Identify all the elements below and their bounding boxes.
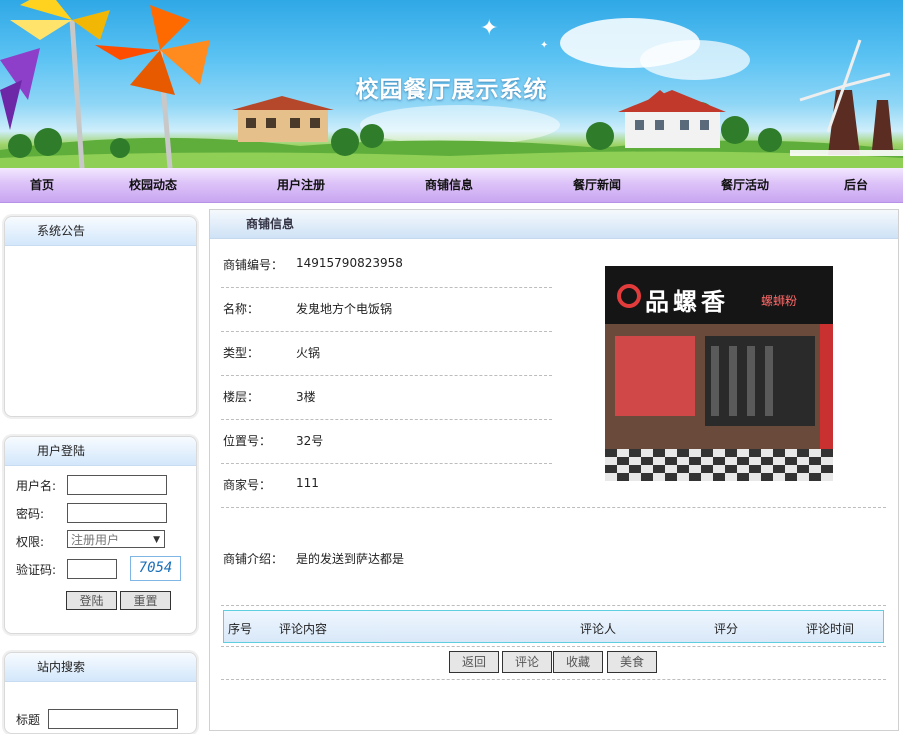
divider <box>221 507 886 508</box>
header-banner: ✦ ✦ 校园餐厅展示系统 <box>0 0 903 168</box>
intro-value: 是的发送到萨达都是 <box>296 552 405 566</box>
nav-home[interactable]: 首页 <box>30 168 54 202</box>
field-label: 名称： <box>223 302 260 316</box>
main-nav: 首页 校园动态 用户注册 商铺信息 餐厅新闻 餐厅活动 后台 <box>0 168 903 203</box>
col-time: 评论时间 <box>806 622 855 636</box>
role-select[interactable]: 注册用户 ▼ <box>67 530 165 548</box>
nav-campus-news[interactable]: 校园动态 <box>129 168 177 202</box>
search-title-label: 标题 <box>16 713 41 727</box>
field-shop-id: 商铺编号： 14915790823958 <box>221 243 552 288</box>
field-value: 发鬼地方个电饭锅 <box>296 302 393 316</box>
notice-panel: 系统公告 <box>4 216 197 417</box>
dropdown-arrow-icon: ▼ <box>153 535 160 545</box>
site-title: 校园餐厅展示系统 <box>355 76 548 103</box>
intro-label: 商铺介绍： <box>223 552 284 566</box>
nav-shop-info[interactable]: 商铺信息 <box>425 168 473 202</box>
username-label: 用户名: <box>16 479 57 493</box>
login-panel: 用户登陆 用户名: 密码: 权限: 注册用户 ▼ 验证码: 7054 登陆 重置 <box>4 436 197 634</box>
captcha-input[interactable] <box>67 559 117 579</box>
field-value: 3楼 <box>296 390 316 404</box>
field-value: 32号 <box>296 434 324 448</box>
nav-restaurant-news[interactable]: 餐厅新闻 <box>573 168 621 202</box>
nav-restaurant-events[interactable]: 餐厅活动 <box>721 168 769 202</box>
field-floor: 楼层： 3楼 <box>221 375 552 420</box>
field-label: 类型： <box>223 346 260 360</box>
password-input[interactable] <box>67 503 167 523</box>
shop-sign-text: 品螺香 <box>645 287 729 316</box>
field-value: 火锅 <box>296 346 321 360</box>
login-title: 用户登陆 <box>5 437 196 466</box>
col-index: 序号 <box>228 622 253 636</box>
field-value: 14915790823958 <box>296 256 403 270</box>
search-title: 站内搜索 <box>5 653 196 682</box>
comment-button[interactable]: 评论 <box>502 651 552 673</box>
field-label: 商铺编号： <box>223 258 284 272</box>
search-input[interactable] <box>48 709 178 729</box>
back-button[interactable]: 返回 <box>449 651 499 673</box>
col-score: 评分 <box>714 622 739 636</box>
field-name: 名称： 发鬼地方个电饭锅 <box>221 287 552 332</box>
field-value: 111 <box>296 476 319 490</box>
col-content: 评论内容 <box>279 622 328 636</box>
role-label: 权限: <box>16 535 45 549</box>
reset-button[interactable]: 重置 <box>120 591 171 610</box>
divider <box>221 679 886 680</box>
captcha-image[interactable]: 7054 <box>130 556 181 581</box>
captcha-label: 验证码: <box>16 563 57 577</box>
shop-photo: 品螺香 螺蛳粉 <box>605 266 833 481</box>
comment-table-header: 序号 评论内容 评论人 评分 评论时间 <box>223 610 884 643</box>
divider <box>221 605 886 606</box>
field-label: 楼层： <box>223 390 260 404</box>
nav-admin[interactable]: 后台 <box>844 168 868 202</box>
field-label: 商家号： <box>223 478 272 492</box>
divider <box>221 646 886 647</box>
shop-sign-subtext: 螺蛳粉 <box>761 294 798 308</box>
login-button[interactable]: 登陆 <box>66 591 117 610</box>
favorite-button[interactable]: 收藏 <box>553 651 603 673</box>
food-button[interactable]: 美食 <box>607 651 657 673</box>
username-input[interactable] <box>67 475 167 495</box>
field-merchant: 商家号： 111 <box>221 463 552 507</box>
field-position: 位置号： 32号 <box>221 419 552 464</box>
notice-title: 系统公告 <box>5 217 196 246</box>
password-label: 密码: <box>16 507 45 521</box>
shop-detail: 商铺信息 商铺编号： 14915790823958 名称： 发鬼地方个电饭锅 类… <box>209 209 899 731</box>
search-panel: 站内搜索 标题 <box>4 652 197 734</box>
field-type: 类型： 火锅 <box>221 331 552 376</box>
section-title: 商铺信息 <box>210 210 898 239</box>
role-selected-value: 注册用户 <box>71 533 120 547</box>
col-author: 评论人 <box>580 622 617 636</box>
field-label: 位置号： <box>223 434 272 448</box>
nav-register[interactable]: 用户注册 <box>277 168 325 202</box>
